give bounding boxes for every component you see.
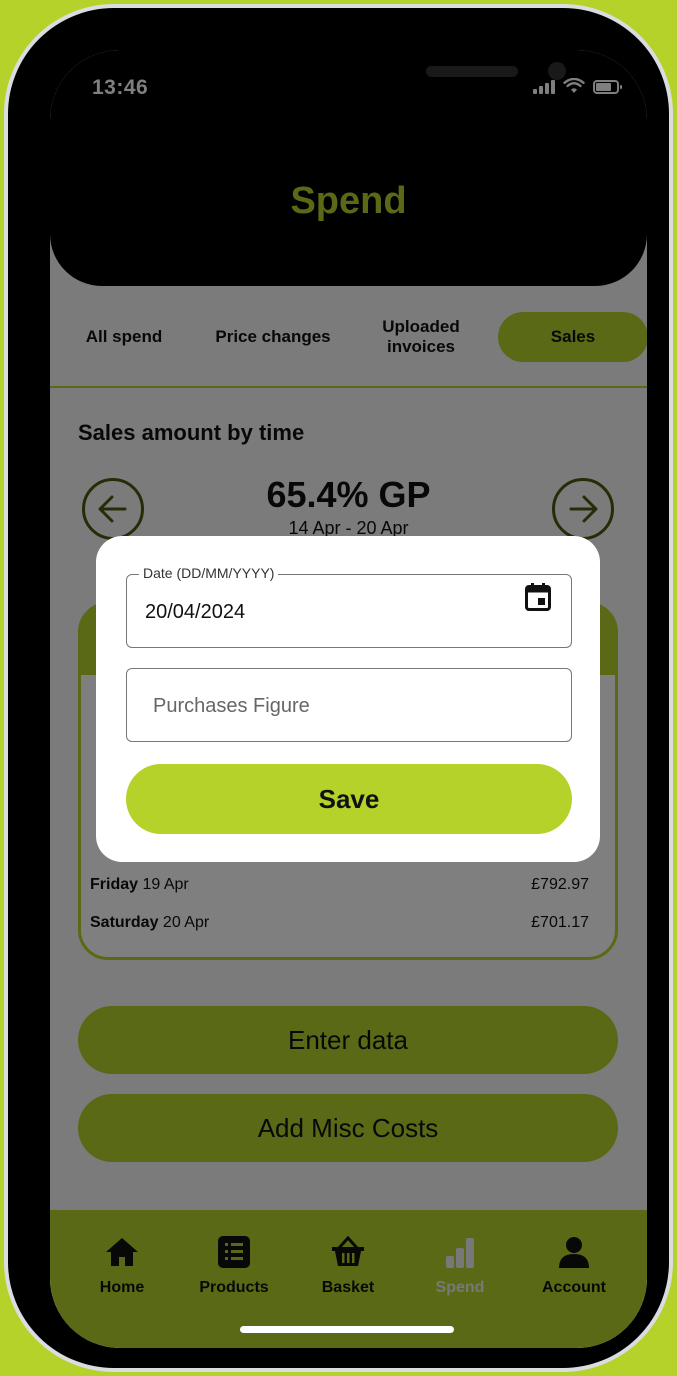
date-field[interactable]: Date (DD/MM/YYYY) 20/04/2024 [126,565,572,648]
home-indicator[interactable] [240,1326,454,1333]
date-field-label: Date (DD/MM/YYYY) [139,565,279,581]
phone-frame: 13:46 Spend All spend Price changes Uplo… [4,4,673,1372]
save-button[interactable]: Save [126,764,572,834]
purchases-dialog: Date (DD/MM/YYYY) 20/04/2024 Purchases F… [96,536,600,862]
date-field-value[interactable]: 20/04/2024 [145,601,245,624]
purchases-figure-input[interactable]: Purchases Figure [126,668,572,742]
app-screen: 13:46 Spend All spend Price changes Uplo… [50,50,647,1348]
calendar-icon[interactable] [525,583,551,611]
purchases-figure-placeholder: Purchases Figure [153,695,310,717]
